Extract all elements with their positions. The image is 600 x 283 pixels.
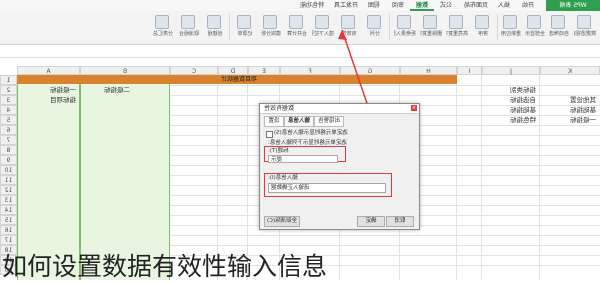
dialog-tab-error-alert[interactable]: 出错警告 [314,116,344,127]
message-field-label: 输入信息(I): [268,175,298,181]
clear-all-button[interactable]: 全部清除(C) [264,216,300,227]
title-input[interactable]: 提示 [268,155,338,163]
close-icon[interactable]: × [411,105,417,111]
mirrored-screenshot: WPS 表格 开始 插入 页面布局 公式 数据 审阅 视图 开发工具 特色功能 … [0,0,600,280]
show-input-checkbox[interactable] [266,131,273,138]
data-validation-dialog: 数据有效性 × 设置 输入信息 出错警告 选定单元格时显示输入信息(S) 选定单… [259,103,420,230]
show-input-label: 选定单元格时显示输入信息(S) [274,130,348,136]
dialog-tab-settings[interactable]: 设置 [264,116,284,127]
caption-text: 如何设置数据有效性输入信息 [2,252,328,281]
dialog-title: 数据有效性 [264,105,295,112]
ok-button[interactable]: 确定 [357,216,385,227]
title-field-label: 标题(T): [268,148,289,154]
message-input[interactable]: 请输入正确数据 [268,183,386,193]
cancel-button[interactable]: 取消 [386,216,414,227]
dialog-titlebar: 数据有效性 × [260,104,419,114]
dialog-tab-input-message[interactable]: 输入信息 [284,116,314,127]
